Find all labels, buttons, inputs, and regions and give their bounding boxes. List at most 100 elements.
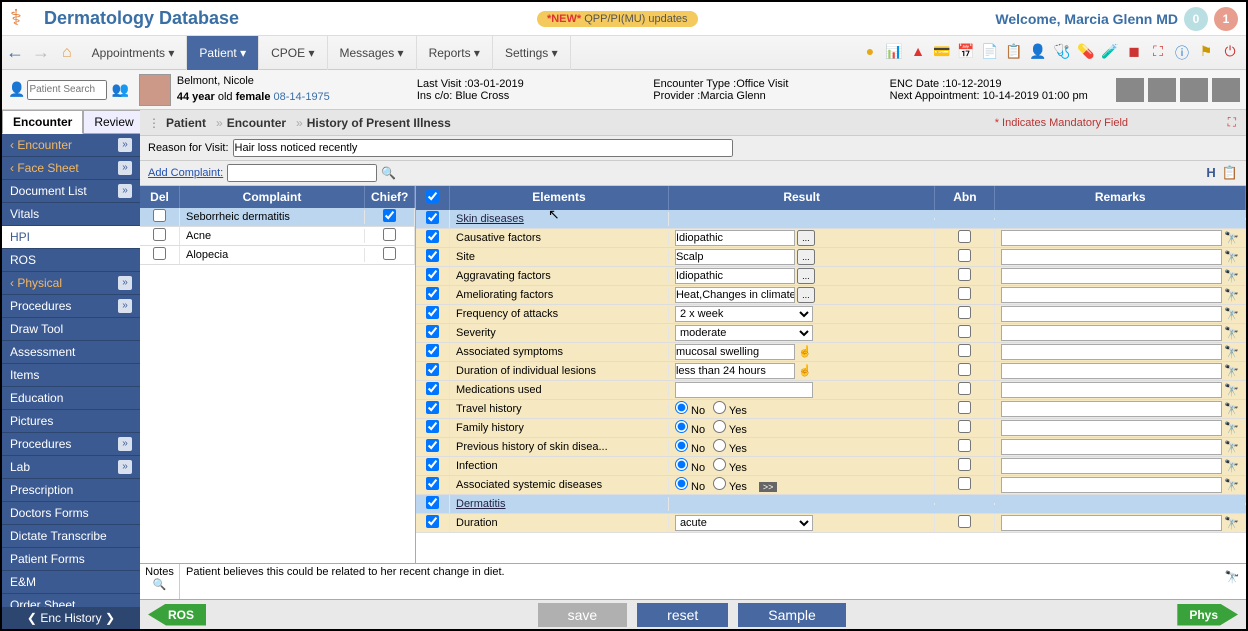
binoc-icon[interactable]: 🔭 (1224, 231, 1239, 245)
element-row[interactable]: Duration of individual lesions☝🔭 (416, 362, 1246, 381)
tab-review[interactable]: Review (83, 110, 144, 134)
sidebar-item-draw-tool[interactable]: Draw Tool (2, 318, 140, 341)
alert-icon[interactable]: ▲ (908, 43, 928, 63)
patient-search-input[interactable] (27, 80, 107, 100)
binoc-icon[interactable]: 🔭 (1224, 478, 1239, 492)
binoc-icon[interactable]: 🔭 (1224, 421, 1239, 435)
sidebar-item-ros[interactable]: ROS (2, 249, 140, 272)
nav-appointments[interactable]: Appointments ▾ (80, 36, 188, 70)
sidebar-item-procedures[interactable]: Procedures» (2, 295, 140, 318)
sidebar-item-patient-forms[interactable]: Patient Forms (2, 548, 140, 571)
add-complaint-input[interactable] (227, 164, 377, 182)
element-row[interactable]: Aggravating factors...🔭 (416, 267, 1246, 286)
complaint-row[interactable]: Acne (140, 227, 415, 246)
banner-icon-3[interactable] (1180, 78, 1208, 102)
nav-fwd-icon[interactable]: → (28, 42, 54, 62)
save-button[interactable]: save (538, 603, 628, 627)
history-h-icon[interactable]: H (1206, 165, 1215, 181)
reset-button[interactable]: reset (637, 603, 728, 627)
element-row[interactable]: Causative factors...🔭 (416, 229, 1246, 248)
breadcrumb-patient[interactable]: Patient (166, 116, 206, 130)
hand-icon[interactable]: ☝ (798, 346, 812, 358)
enc-history-button[interactable]: ❮ Enc History ❯ (2, 607, 140, 629)
sidebar-item-pictures[interactable]: Pictures (2, 410, 140, 433)
notes-textarea[interactable] (180, 564, 1218, 599)
card-icon[interactable]: 💳 (932, 43, 952, 63)
hand-icon[interactable]: ☝ (798, 365, 812, 377)
ellipsis-button[interactable]: ... (797, 268, 815, 284)
binoc-icon[interactable]: 🔭 (1224, 364, 1239, 378)
complaint-row[interactable]: Alopecia (140, 246, 415, 265)
tube-icon[interactable]: 🧪 (1100, 43, 1120, 63)
tab-encounter[interactable]: Encounter (2, 110, 83, 134)
notif-badge-0[interactable]: 0 (1184, 7, 1208, 31)
binoc-icon[interactable]: 🔭 (1224, 288, 1239, 302)
element-row[interactable]: Durationacute🔭 (416, 514, 1246, 533)
sidebar-item-vitals[interactable]: Vitals (2, 203, 140, 226)
element-row[interactable]: Travel history No Yes🔭 (416, 400, 1246, 419)
sidebar-item-document-list[interactable]: Document List» (2, 180, 140, 203)
sidebar-item-doctors-forms[interactable]: Doctors Forms (2, 502, 140, 525)
doc-icon[interactable]: 📄 (980, 43, 1000, 63)
element-row[interactable]: Skin diseases (416, 210, 1246, 229)
flag-icon[interactable]: ⚑ (1196, 43, 1216, 63)
binoc-icon[interactable]: 🔭 (1224, 459, 1239, 473)
notes-binoc-icon[interactable]: 🔭 (1225, 570, 1240, 584)
next-phys-button[interactable]: Phys (1177, 604, 1238, 626)
notif-badge-1[interactable]: 1 (1214, 7, 1238, 31)
sidebar-item-assessment[interactable]: Assessment (2, 341, 140, 364)
ellipsis-button[interactable]: ... (797, 230, 815, 246)
square-icon[interactable]: ◼ (1124, 43, 1144, 63)
element-row[interactable]: Previous history of skin disea... No Yes… (416, 438, 1246, 457)
sample-button[interactable]: Sample (738, 603, 845, 627)
element-row[interactable]: Dermatitis (416, 495, 1246, 514)
binoc-icon[interactable]: 🔭 (1224, 307, 1239, 321)
binoc-icon[interactable]: 🔭 (1224, 345, 1239, 359)
patient-search-icon[interactable]: 👤 (6, 81, 27, 98)
home-icon[interactable]: ⌂ (54, 44, 80, 62)
nav-back-icon[interactable]: ← (2, 42, 28, 62)
binoc-icon[interactable]: 🔭 (1224, 402, 1239, 416)
binoc-icon[interactable]: 🔭 (1224, 440, 1239, 454)
banner-icon-2[interactable] (1148, 78, 1176, 102)
sidebar-item-education[interactable]: Education (2, 387, 140, 410)
fullscreen-icon[interactable]: ⛶ (1228, 115, 1236, 130)
element-row[interactable]: Family history No Yes🔭 (416, 419, 1246, 438)
banner-icon-1[interactable] (1116, 78, 1144, 102)
promo-badge[interactable]: *NEW* QPP/PI(MU) updates (537, 11, 698, 27)
calendar-icon[interactable]: 📅 (956, 43, 976, 63)
sidebar-item-order-sheet[interactable]: Order Sheet (2, 594, 140, 607)
chart-icon[interactable]: 📊 (884, 43, 904, 63)
element-row[interactable]: Associated systemic diseases No Yes>>🔭 (416, 476, 1246, 495)
sidebar-item-encounter[interactable]: ‹ Encounter» (2, 134, 140, 157)
ellipsis-button[interactable]: ... (797, 287, 815, 303)
sidebar-item-prescription[interactable]: Prescription (2, 479, 140, 502)
sidebar-item-hpi[interactable]: HPI (2, 226, 140, 249)
new-icon[interactable]: ● (860, 43, 880, 63)
sidebar-item-procedures[interactable]: Procedures» (2, 433, 140, 456)
sidebar-item-physical[interactable]: ‹ Physical» (2, 272, 140, 295)
nav-patient[interactable]: Patient ▾ (187, 36, 259, 70)
nav-reports[interactable]: Reports ▾ (417, 36, 493, 70)
binoc-icon[interactable]: 🔭 (1224, 516, 1239, 530)
power-icon[interactable]: ⏻ (1220, 43, 1240, 63)
nav-settings[interactable]: Settings ▾ (493, 36, 571, 70)
sidebar-item-lab[interactable]: Lab» (2, 456, 140, 479)
element-row[interactable]: Medications used🔭 (416, 381, 1246, 400)
element-row[interactable]: Ameliorating factors...🔭 (416, 286, 1246, 305)
add-complaint-link[interactable]: Add Complaint: (148, 167, 223, 179)
search-complaint-icon[interactable]: 🔍 (381, 166, 396, 180)
sidebar-item-dictate-transcribe[interactable]: Dictate Transcribe (2, 525, 140, 548)
breadcrumb-encounter[interactable]: Encounter (227, 116, 286, 130)
ellipsis-button[interactable]: ... (797, 249, 815, 265)
complaint-row[interactable]: Seborrheic dermatitis (140, 208, 415, 227)
sidebar-item-e&m[interactable]: E&M (2, 571, 140, 594)
element-row[interactable]: Infection No Yes🔭 (416, 457, 1246, 476)
col-checkall[interactable] (416, 186, 450, 210)
nav-messages[interactable]: Messages ▾ (328, 36, 417, 70)
element-row[interactable]: Associated symptoms☝🔭 (416, 343, 1246, 362)
prev-ros-button[interactable]: ROS (148, 604, 206, 626)
element-row[interactable]: Frequency of attacks2 x week🔭 (416, 305, 1246, 324)
sidebar-item-items[interactable]: Items (2, 364, 140, 387)
sidebar-item-face-sheet[interactable]: ‹ Face Sheet» (2, 157, 140, 180)
